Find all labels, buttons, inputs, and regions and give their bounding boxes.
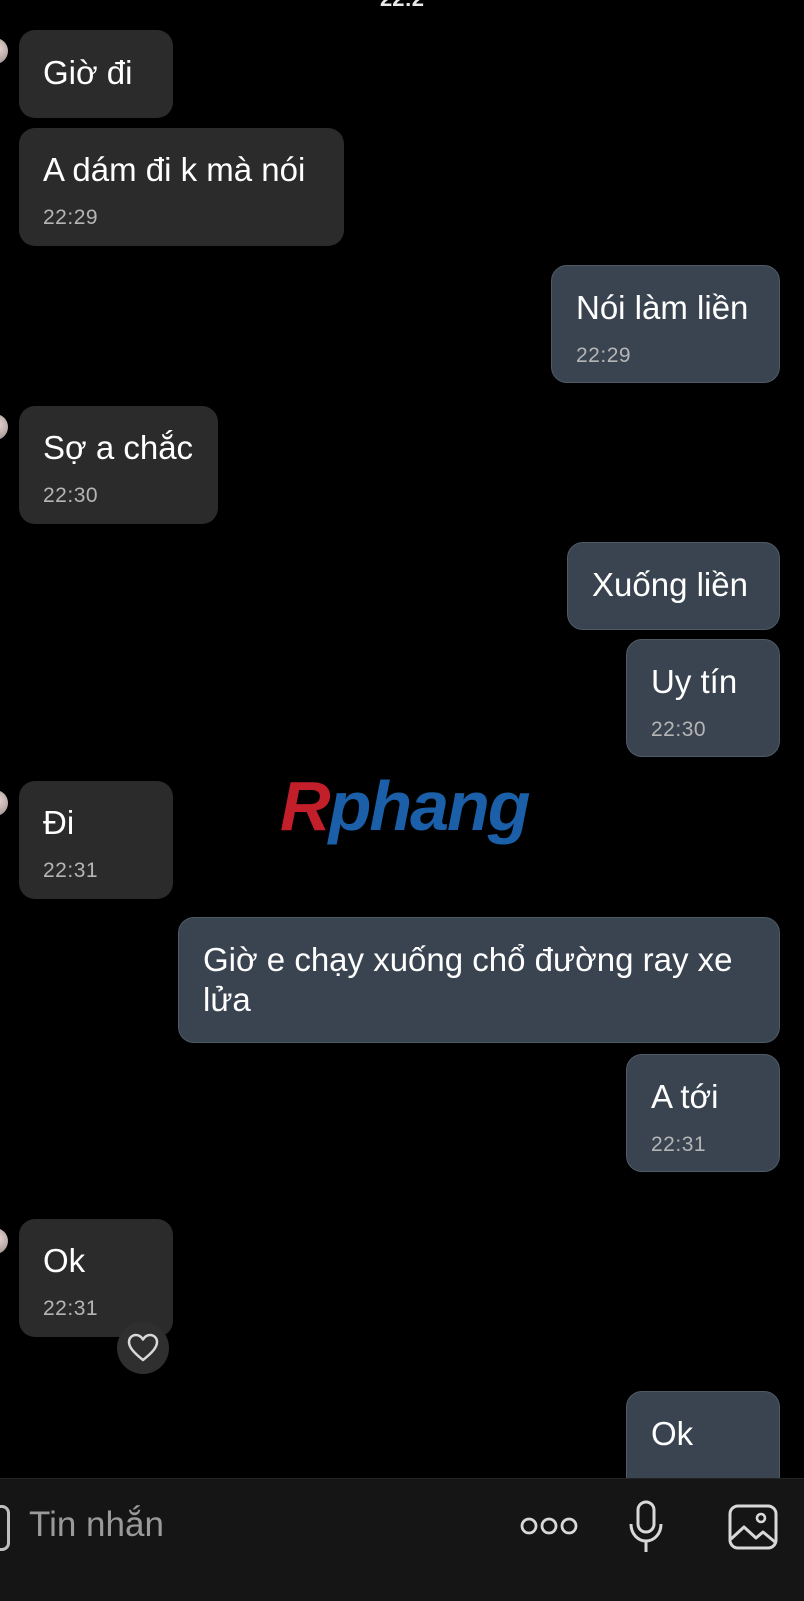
message-text: Giờ e chạy xuống chổ đường ray xe lửa <box>203 941 733 1018</box>
watermark-logo: Rphang <box>280 766 531 846</box>
outgoing-message[interactable]: A tới 22:31 <box>626 1054 780 1172</box>
message-time: 22:31 <box>43 1297 99 1320</box>
message-text: Đi <box>43 804 75 841</box>
more-icon[interactable] <box>520 1513 578 1539</box>
avatar[interactable] <box>0 1228 8 1254</box>
message-text: Ok <box>43 1242 86 1279</box>
message-time: 22:29 <box>576 344 632 367</box>
message-time: 22:29 <box>43 206 99 229</box>
outgoing-message[interactable]: Giờ e chạy xuống chổ đường ray xe lửa <box>178 917 780 1043</box>
message-time: 22:31 <box>43 859 99 882</box>
status-time: 22:2 <box>0 0 804 12</box>
outgoing-message[interactable]: Nói làm liền 22:29 <box>551 265 780 383</box>
message-text: Uy tín <box>651 663 738 700</box>
message-time: 22:30 <box>651 718 707 741</box>
message-time: 22:31 <box>651 1133 707 1156</box>
watermark-first-letter: R <box>280 767 331 845</box>
image-icon[interactable] <box>727 1503 779 1551</box>
message-text: Sợ a chắc <box>43 429 194 466</box>
incoming-message[interactable]: Đi 22:31 <box>19 781 173 899</box>
like-reaction-button[interactable] <box>117 1322 169 1374</box>
avatar[interactable] <box>0 38 8 64</box>
message-text: Xuống liền <box>592 566 748 603</box>
message-text: Nói làm liền <box>576 289 749 326</box>
input-left-edge <box>0 1505 10 1551</box>
message-time: 22:30 <box>43 484 99 507</box>
outgoing-message[interactable]: Xuống liền <box>567 542 780 630</box>
microphone-icon[interactable] <box>626 1499 666 1555</box>
avatar[interactable] <box>0 414 8 440</box>
message-text: A tới <box>651 1078 719 1115</box>
outgoing-message[interactable]: Uy tín 22:30 <box>626 639 780 757</box>
message-input[interactable]: Tin nhắn <box>29 1505 164 1545</box>
message-composer: Tin nhắn <box>0 1478 804 1601</box>
message-text: A dám đi k mà nói <box>43 151 306 188</box>
message-text: Giờ đi <box>43 54 133 91</box>
incoming-message[interactable]: Sợ a chắc 22:30 <box>19 406 218 524</box>
incoming-message[interactable]: Giờ đi <box>19 30 173 118</box>
incoming-message[interactable]: Ok 22:31 <box>19 1219 173 1337</box>
avatar[interactable] <box>0 790 8 816</box>
incoming-message[interactable]: A dám đi k mà nói 22:29 <box>19 128 344 246</box>
watermark-rest: phang <box>328 767 531 845</box>
heart-icon <box>127 1333 159 1362</box>
message-text: Ok <box>651 1415 694 1452</box>
